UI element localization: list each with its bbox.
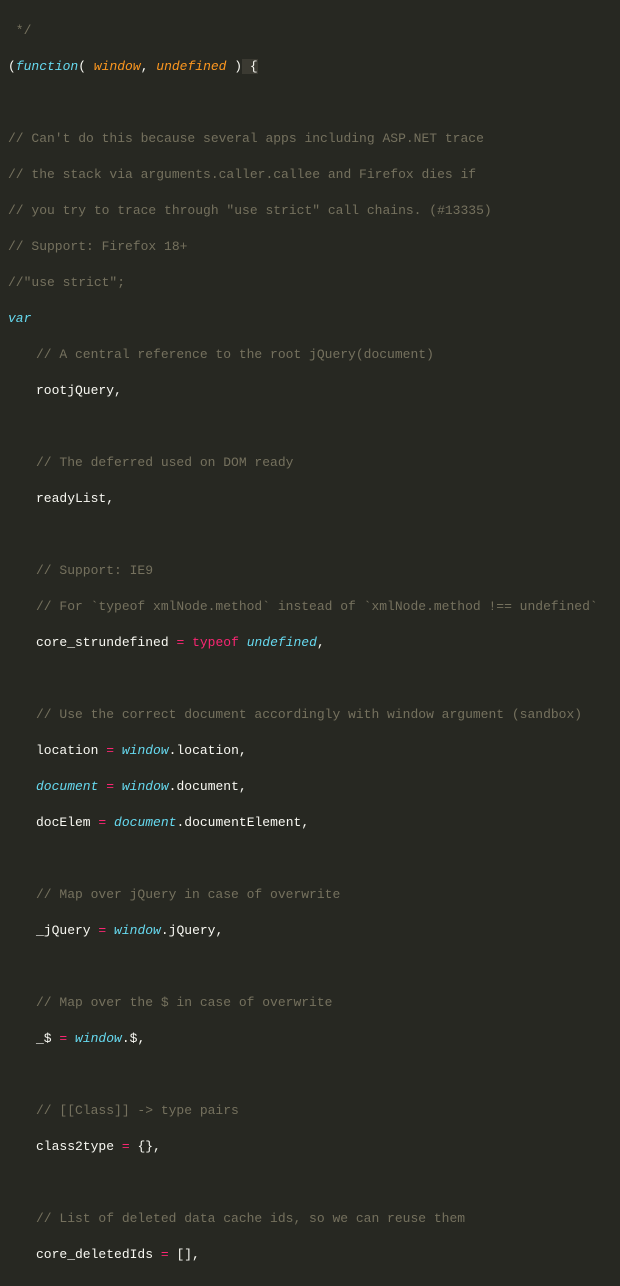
comment: // List of deleted data cache ids, so we… xyxy=(36,1211,465,1226)
comment: // A central reference to the root jQuer… xyxy=(36,347,434,362)
blank-line xyxy=(8,958,612,976)
code-line: location = window.location, xyxy=(8,742,612,760)
comment: //"use strict"; xyxy=(8,275,125,290)
comment: */ xyxy=(8,23,31,38)
comment: // you try to trace through "use strict"… xyxy=(8,203,492,218)
keyword-var: var xyxy=(8,311,31,326)
comment: // For `typeof xmlNode.method` instead o… xyxy=(36,599,598,614)
comment: // Can't do this because several apps in… xyxy=(8,131,484,146)
comment: // the stack via arguments.caller.callee… xyxy=(8,167,476,182)
code-line: readyList, xyxy=(8,490,612,508)
blank-line xyxy=(8,1174,612,1192)
bracket-icon: { xyxy=(242,59,258,74)
blank-line xyxy=(8,850,612,868)
blank-line xyxy=(8,418,612,436)
blank-line xyxy=(8,1066,612,1084)
comment: // [[Class]] -> type pairs xyxy=(36,1103,239,1118)
blank-line xyxy=(8,526,612,544)
code-line: _$ = window.$, xyxy=(8,1030,612,1048)
blank-line xyxy=(8,670,612,688)
blank-line xyxy=(8,94,612,112)
code-line: core_deletedIds = [], xyxy=(8,1246,612,1264)
comment: // Support: Firefox 18+ xyxy=(8,239,187,254)
code-line: rootjQuery, xyxy=(8,382,612,400)
comment: // Support: IE9 xyxy=(36,563,153,578)
comment: // Use the correct document accordingly … xyxy=(36,707,582,722)
comment: // Map over the $ in case of overwrite xyxy=(36,995,332,1010)
comment: // Map over jQuery in case of overwrite xyxy=(36,887,340,902)
code-line: (function( window, undefined ) { xyxy=(8,58,612,76)
comment: // The deferred used on DOM ready xyxy=(36,455,293,470)
code-line: docElem = document.documentElement, xyxy=(8,814,612,832)
code-line: class2type = {}, xyxy=(8,1138,612,1156)
code-line: document = window.document, xyxy=(8,778,612,796)
code-line: core_strundefined = typeof undefined, xyxy=(8,634,612,652)
code-editor[interactable]: */ (function( window, undefined ) { // C… xyxy=(0,0,620,1286)
code-line: _jQuery = window.jQuery, xyxy=(8,922,612,940)
